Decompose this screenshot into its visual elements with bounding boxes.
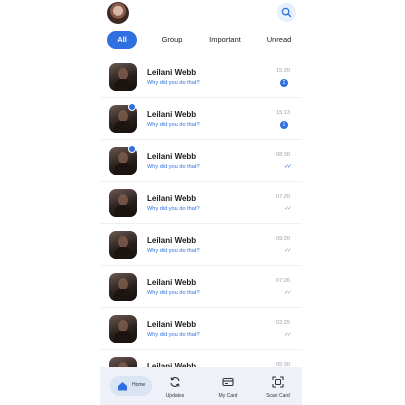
chat-row[interactable]: Leilani Webb Why did you do that? 07:20 ✓✓ <box>100 182 302 224</box>
tab-unread[interactable]: Unread <box>260 31 298 49</box>
tab-group[interactable]: Group <box>154 31 190 49</box>
nav-scan-card-label: Scan Card <box>266 393 290 399</box>
search-button[interactable] <box>277 3 296 22</box>
chat-avatar <box>109 273 137 301</box>
scan-icon <box>272 376 284 388</box>
chat-name: Leilani Webb <box>147 320 197 329</box>
online-indicator <box>128 103 136 111</box>
delivered-check-icon: ✓✓ <box>283 248 292 254</box>
chat-time: 09:20 <box>276 236 290 242</box>
chat-time: 15:20 <box>276 68 290 74</box>
filter-tabs: All Group Important Unread <box>100 31 302 49</box>
chat-row[interactable]: Leilani Webb Why did you do that? 08:30 ✓✓ <box>100 140 302 182</box>
profile-avatar[interactable] <box>107 2 129 24</box>
nav-my-card[interactable]: My Card <box>208 367 248 405</box>
read-check-icon: ✓✓ <box>283 164 292 170</box>
chat-name: Leilani Webb <box>147 152 197 161</box>
home-icon <box>118 382 127 391</box>
chat-row[interactable]: Leilani Webb Why did you do that? 15:13 1 <box>100 98 302 140</box>
chat-time: 15:13 <box>276 110 290 116</box>
delivered-check-icon: ✓✓ <box>283 332 292 338</box>
chat-name: Leilani Webb <box>147 236 197 245</box>
chat-avatar <box>109 231 137 259</box>
chat-avatar <box>109 63 137 91</box>
nav-home-label: Home <box>132 382 146 388</box>
chat-preview: Why did you do that? <box>147 290 200 296</box>
nav-scan-card[interactable]: Scan Card <box>258 367 298 405</box>
nav-updates-label: Updates <box>165 393 185 399</box>
chat-name: Leilani Webb <box>147 278 197 287</box>
bottom-navigation: Home Updates My Card Scan Card <box>100 367 302 405</box>
nav-updates[interactable]: Updates <box>156 367 194 405</box>
chat-name: Leilani Webb <box>147 194 197 203</box>
chat-row[interactable]: Leilani Webb Why did you do that? 07:26 ✓✓ <box>100 266 302 308</box>
unread-count-badge: 1 <box>280 121 288 129</box>
search-icon <box>281 7 292 18</box>
chat-row[interactable]: Leilani Webb Why did you do that? 09:20 ✓✓ <box>100 224 302 266</box>
chat-preview: Why did you do that? <box>147 248 200 254</box>
chat-preview: Why did you do that? <box>147 206 200 212</box>
top-bar <box>100 0 302 28</box>
tab-all[interactable]: All <box>107 31 137 49</box>
chat-avatar <box>109 315 137 343</box>
unread-count-badge: 2 <box>280 79 288 87</box>
tab-important[interactable]: Important <box>202 31 248 49</box>
refresh-icon <box>170 377 180 387</box>
chat-preview: Why did you do that? <box>147 122 200 128</box>
chat-avatar <box>109 189 137 217</box>
card-icon <box>222 377 234 387</box>
chat-time: 07:26 <box>276 278 290 284</box>
chat-time: 07:20 <box>276 194 290 200</box>
chat-row[interactable]: Leilani Webb Why did you do that? 15:20 2 <box>100 56 302 98</box>
delivered-check-icon: ✓✓ <box>283 206 292 212</box>
delivered-check-icon: ✓✓ <box>283 290 292 296</box>
chat-preview: Why did you do that? <box>147 332 200 338</box>
chat-name: Leilani Webb <box>147 110 197 119</box>
chat-preview: Why did you do that? <box>147 80 200 86</box>
nav-home[interactable]: Home <box>110 376 152 396</box>
chat-preview: Why did you do that? <box>147 164 200 170</box>
online-indicator <box>128 145 136 153</box>
chat-name: Leilani Webb <box>147 68 197 77</box>
nav-my-card-label: My Card <box>218 393 238 399</box>
chat-row[interactable]: Leilani Webb Why did you do that? 02:25 ✓✓ <box>100 308 302 350</box>
chat-time: 02:25 <box>276 320 290 326</box>
chat-list-screen: All Group Important Unread Leilani Webb W… <box>100 0 302 405</box>
chat-time: 08:30 <box>276 152 290 158</box>
